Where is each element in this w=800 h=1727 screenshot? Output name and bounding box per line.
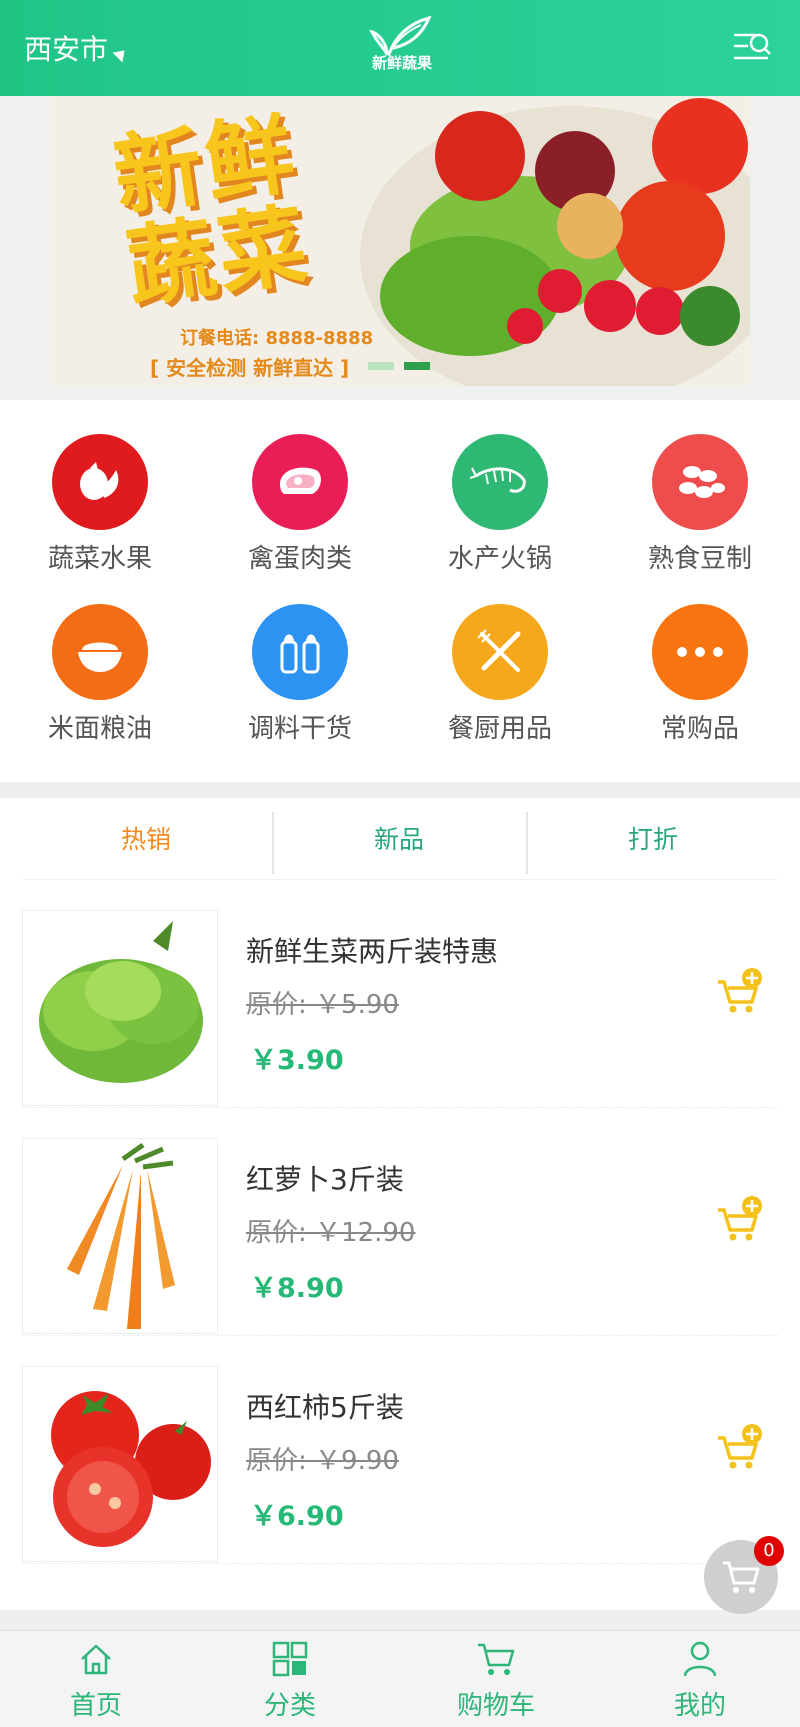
category-deli-tofu[interactable]: 熟食豆制 — [600, 400, 800, 574]
category-seafood-hotpot[interactable]: 水产火锅 — [400, 400, 600, 574]
user-icon — [600, 1637, 800, 1681]
logo-text: 新鲜蔬果 — [371, 54, 432, 72]
product-name: 西红柿5斤装 — [246, 1391, 404, 1424]
vegetable-icon — [52, 434, 148, 530]
city-selector[interactable]: 西安市 — [24, 28, 130, 68]
nav-label: 首页 — [69, 1691, 122, 1721]
spice-bottles-icon — [252, 604, 348, 700]
add-to-cart-icon — [718, 968, 762, 1013]
add-to-cart-button[interactable] — [714, 966, 764, 1016]
product-original-price: 原价: ￥5.90 — [246, 990, 399, 1020]
home-icon — [0, 1637, 196, 1681]
product-image-carrot[interactable] — [22, 1138, 218, 1334]
tab-hot-sale[interactable]: 热销 — [22, 808, 270, 872]
brand-logo: 新鲜蔬果 — [352, 14, 452, 78]
product-tabs: 热销 新品 打折 — [22, 808, 778, 880]
category-label: 常购品 — [660, 714, 739, 744]
product-price: ￥6.90 — [250, 1501, 344, 1532]
dropdown-arrow-icon — [112, 45, 130, 63]
banner-phone: 订餐电话: 8888-8888 — [180, 328, 374, 349]
product-row[interactable]: 新鲜生菜两斤装特惠 原价: ￥5.90 ￥3.90 — [22, 888, 778, 1108]
bottom-navigation: 首页 分类 购物车 我的 — [0, 1630, 800, 1727]
cart-icon — [723, 1561, 760, 1593]
nav-home[interactable]: 首页 — [0, 1637, 196, 1722]
banner-slogan: [ 安全检测 新鲜直达 ] — [150, 356, 350, 380]
tab-discount[interactable]: 打折 — [528, 808, 778, 872]
category-kitchenware[interactable]: 餐厨用品 — [400, 570, 600, 744]
nav-label: 购物车 — [456, 1691, 535, 1721]
product-original-price: 原价: ￥9.90 — [246, 1446, 399, 1476]
product-price: ￥8.90 — [250, 1273, 344, 1304]
beans-icon — [652, 434, 748, 530]
category-icon — [190, 1637, 390, 1681]
nav-mine[interactable]: 我的 — [600, 1637, 800, 1722]
category-seasoning-dried[interactable]: 调料干货 — [200, 570, 400, 744]
banner-title: 新鲜蔬菜 — [107, 101, 317, 321]
product-name: 新鲜生菜两斤装特惠 — [246, 935, 499, 968]
rice-bowl-icon — [52, 604, 148, 700]
fork-knife-icon — [452, 604, 548, 700]
nav-cart[interactable]: 购物车 — [396, 1637, 596, 1722]
floating-cart-button[interactable]: 0 — [704, 1536, 784, 1614]
menu-search-icon — [734, 33, 771, 60]
promo-banner[interactable]: 新鲜蔬菜 订餐电话: 8888-8888 [ 安全检测 新鲜直达 ] — [50, 96, 750, 386]
cart-icon — [396, 1637, 596, 1681]
category-meat-eggs[interactable]: 禽蛋肉类 — [200, 400, 400, 574]
app-header: 西安市 新鲜蔬果 — [0, 0, 800, 96]
product-row[interactable]: 西红柿5斤装 原价: ￥9.90 ￥6.90 — [22, 1344, 778, 1564]
category-label: 米面粮油 — [47, 714, 152, 744]
product-image-lettuce[interactable] — [22, 910, 218, 1106]
banner-area: 新鲜蔬菜 订餐电话: 8888-8888 [ 安全检测 新鲜直达 ] — [0, 96, 800, 400]
carousel-dot[interactable] — [368, 362, 394, 370]
category-rice-flour-oil[interactable]: 米面粮油 — [0, 570, 200, 744]
carousel-dot-active[interactable] — [404, 362, 430, 370]
nav-label: 分类 — [263, 1691, 316, 1721]
menu-search-button[interactable] — [732, 30, 772, 64]
category-grid: 蔬菜水果 禽蛋肉类 水产火锅 熟食豆制 米面粮油 调料干货 餐厨用品 常购品 — [0, 400, 800, 782]
product-section: 热销 新品 打折 新鲜生菜两斤装特惠 原价: ￥5.90 ￥3.90 红萝卜3斤… — [0, 798, 800, 1610]
nav-category[interactable]: 分类 — [190, 1637, 390, 1722]
more-icon — [652, 604, 748, 700]
shrimp-icon — [452, 434, 548, 530]
nav-label: 我的 — [673, 1691, 726, 1721]
product-original-price: 原价: ￥12.90 — [246, 1218, 416, 1248]
category-frequent-buys[interactable]: 常购品 — [600, 570, 800, 744]
meat-icon — [252, 434, 348, 530]
city-label: 西安市 — [24, 33, 109, 66]
add-to-cart-icon — [718, 1196, 762, 1241]
cart-count-badge: 0 — [754, 1536, 784, 1566]
category-vegetables[interactable]: 蔬菜水果 — [0, 400, 200, 574]
product-price: ￥3.90 — [250, 1045, 344, 1076]
category-label: 调料干货 — [247, 714, 352, 744]
category-label: 餐厨用品 — [447, 714, 552, 744]
add-to-cart-icon — [718, 1424, 762, 1469]
product-name: 红萝卜3斤装 — [246, 1163, 404, 1196]
tab-new[interactable]: 新品 — [274, 808, 524, 872]
add-to-cart-button[interactable] — [714, 1194, 764, 1244]
product-image-tomato[interactable] — [22, 1366, 218, 1562]
carousel-indicators — [368, 362, 430, 370]
product-row[interactable]: 红萝卜3斤装 原价: ￥12.90 ￥8.90 — [22, 1116, 778, 1336]
add-to-cart-button[interactable] — [714, 1422, 764, 1472]
